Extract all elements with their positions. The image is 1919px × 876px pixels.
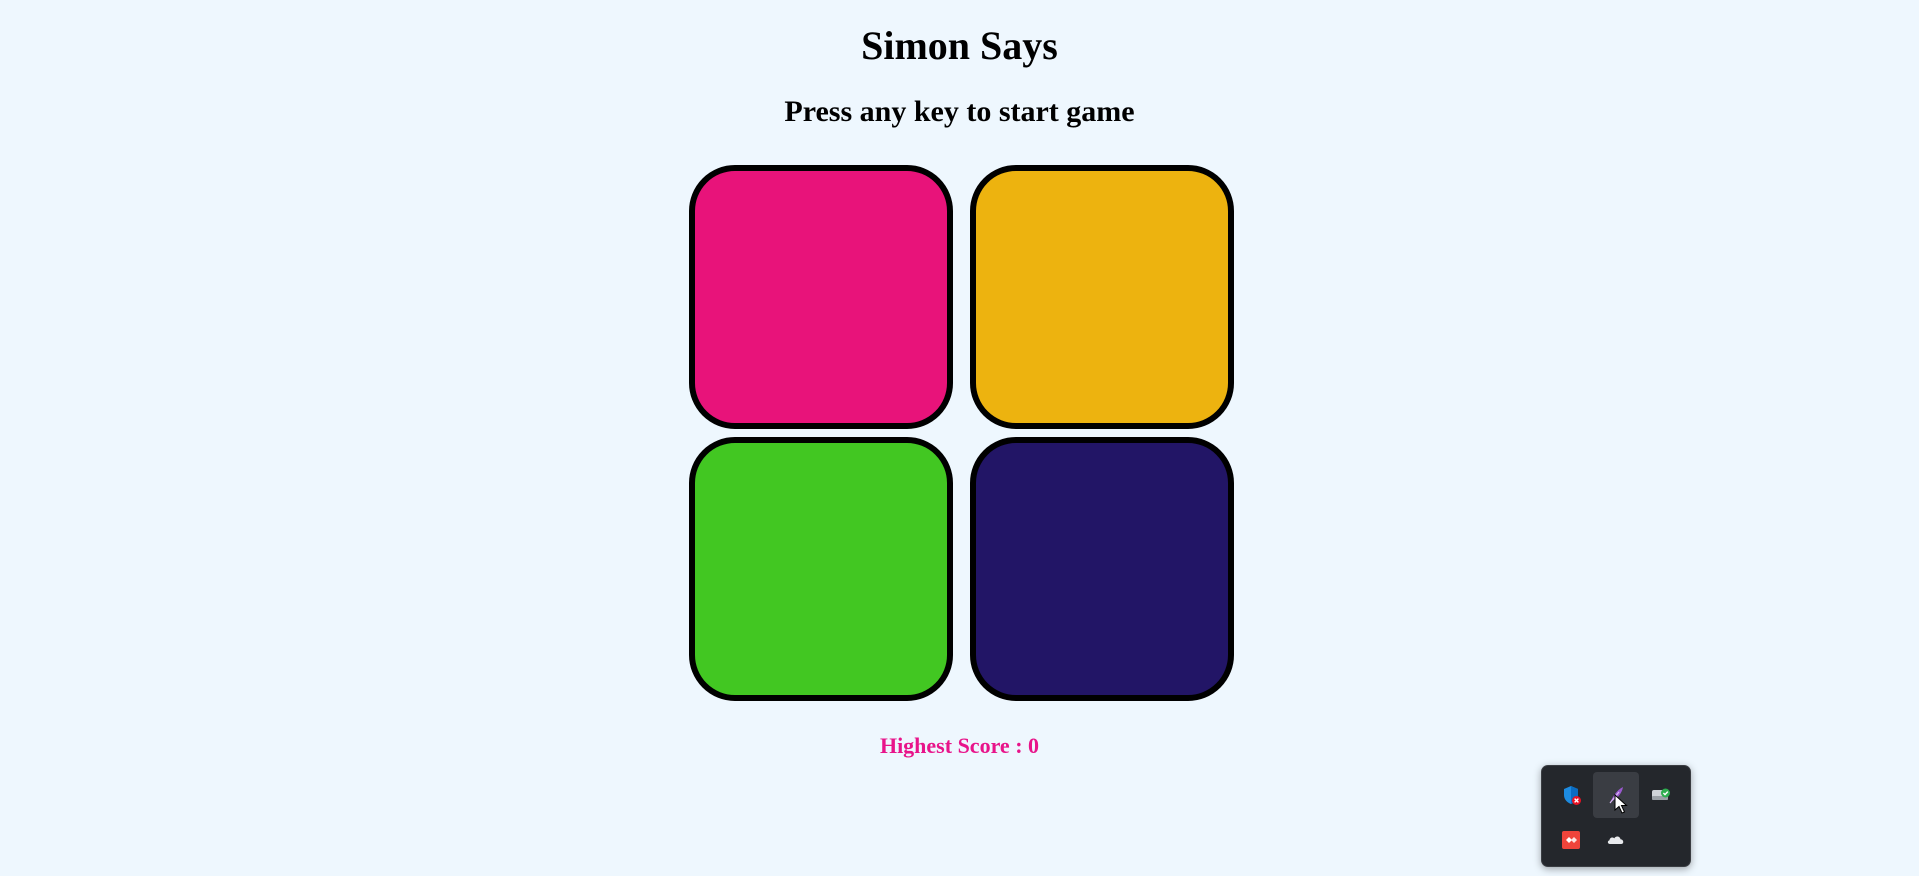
system-tray-overflow	[1541, 765, 1691, 867]
pad-yellow[interactable]	[970, 165, 1234, 429]
windows-security-icon[interactable]	[1548, 772, 1594, 818]
page-title: Simon Says	[861, 23, 1058, 68]
pad-red[interactable]	[689, 165, 953, 429]
pad-purple[interactable]	[970, 437, 1234, 701]
drive-sync-icon[interactable]	[1638, 772, 1684, 818]
game-board	[687, 163, 1234, 701]
mouse-cursor-icon	[1614, 794, 1628, 814]
highest-score: Highest Score : 0	[879, 733, 1040, 758]
pad-green[interactable]	[689, 437, 953, 701]
onedrive-icon[interactable]	[1593, 817, 1639, 863]
game-status: Press any key to start game	[784, 95, 1135, 128]
anydesk-icon[interactable]	[1548, 817, 1594, 863]
feather-app-icon[interactable]	[1593, 772, 1639, 818]
